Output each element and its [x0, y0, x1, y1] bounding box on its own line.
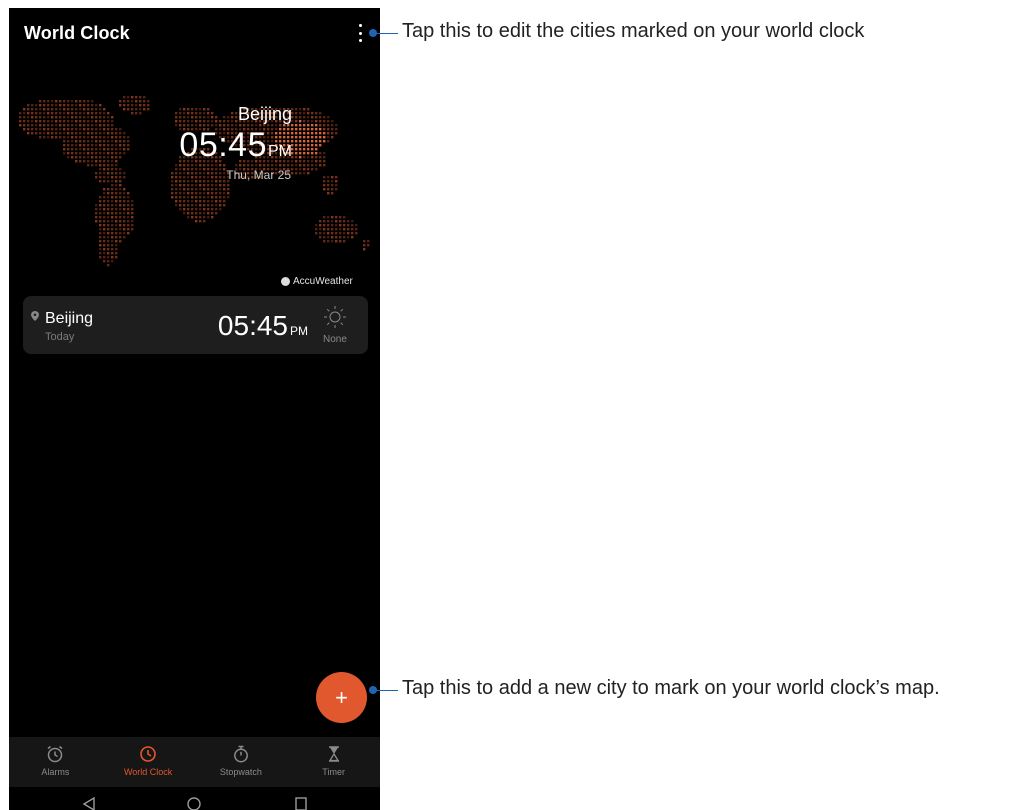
more-options-icon[interactable]	[353, 22, 367, 44]
home-icon[interactable]	[187, 797, 201, 810]
map-city-name: Beijing	[237, 104, 292, 124]
tab-timer-label: Timer	[322, 767, 345, 777]
callout-add-city: Tap this to add a new city to mark on yo…	[402, 677, 940, 699]
sun-icon	[324, 306, 346, 328]
city-time-value: 05:45	[217, 310, 288, 341]
weather-label: None	[323, 334, 347, 345]
city-name: Beijing	[45, 310, 94, 327]
location-pin-icon	[31, 311, 39, 321]
app-bar: World Clock	[9, 8, 380, 58]
accuweather-credit: AccuWeather	[281, 276, 353, 287]
city-card-beijing[interactable]: Beijing Today 05:45 PM None	[23, 296, 368, 354]
clock-icon	[140, 746, 156, 762]
map-date: Thu, Mar 25	[226, 168, 291, 182]
bottom-navigation: Alarms World Clock Stopwatch Timer	[9, 737, 380, 787]
plus-icon: +	[335, 684, 348, 710]
world-map-dots	[19, 96, 370, 267]
stopwatch-icon	[233, 745, 248, 763]
back-icon[interactable]	[83, 797, 95, 810]
tab-alarms[interactable]: Alarms	[9, 737, 102, 787]
callout-edit-cities: Tap this to edit the cities marked on yo…	[402, 20, 865, 42]
city-time-ampm: PM	[290, 324, 308, 338]
world-map: Beijing 05:45PM Thu, Mar 25 AccuWeather	[9, 88, 380, 288]
tab-stopwatch[interactable]: Stopwatch	[195, 737, 288, 787]
alarm-icon	[47, 745, 63, 763]
tab-timer[interactable]: Timer	[287, 737, 380, 787]
hourglass-icon	[328, 746, 339, 762]
map-time-value: 05:45	[179, 126, 267, 164]
tab-alarms-label: Alarms	[41, 767, 70, 777]
city-time: 05:45 PM	[218, 310, 308, 342]
page-title: World Clock	[24, 23, 130, 43]
tab-stopwatch-label: Stopwatch	[219, 767, 262, 777]
add-city-button[interactable]: +	[316, 672, 367, 723]
map-time-ampm: PM	[268, 143, 292, 160]
map-time: 05:45PM	[179, 126, 292, 165]
callout-line	[373, 690, 398, 691]
tab-world-clock[interactable]: World Clock	[102, 737, 195, 787]
city-day: Today	[45, 331, 75, 343]
phone-screen: World Clock Beijing 05:45PM Thu, Mar 25 …	[9, 8, 380, 810]
tab-world-clock-label: World Clock	[123, 767, 173, 777]
accuweather-label: AccuWeather	[293, 276, 353, 287]
callout-line	[373, 33, 398, 34]
recents-icon[interactable]	[295, 797, 307, 810]
system-navigation-bar	[9, 787, 380, 810]
accuweather-icon	[281, 277, 290, 286]
